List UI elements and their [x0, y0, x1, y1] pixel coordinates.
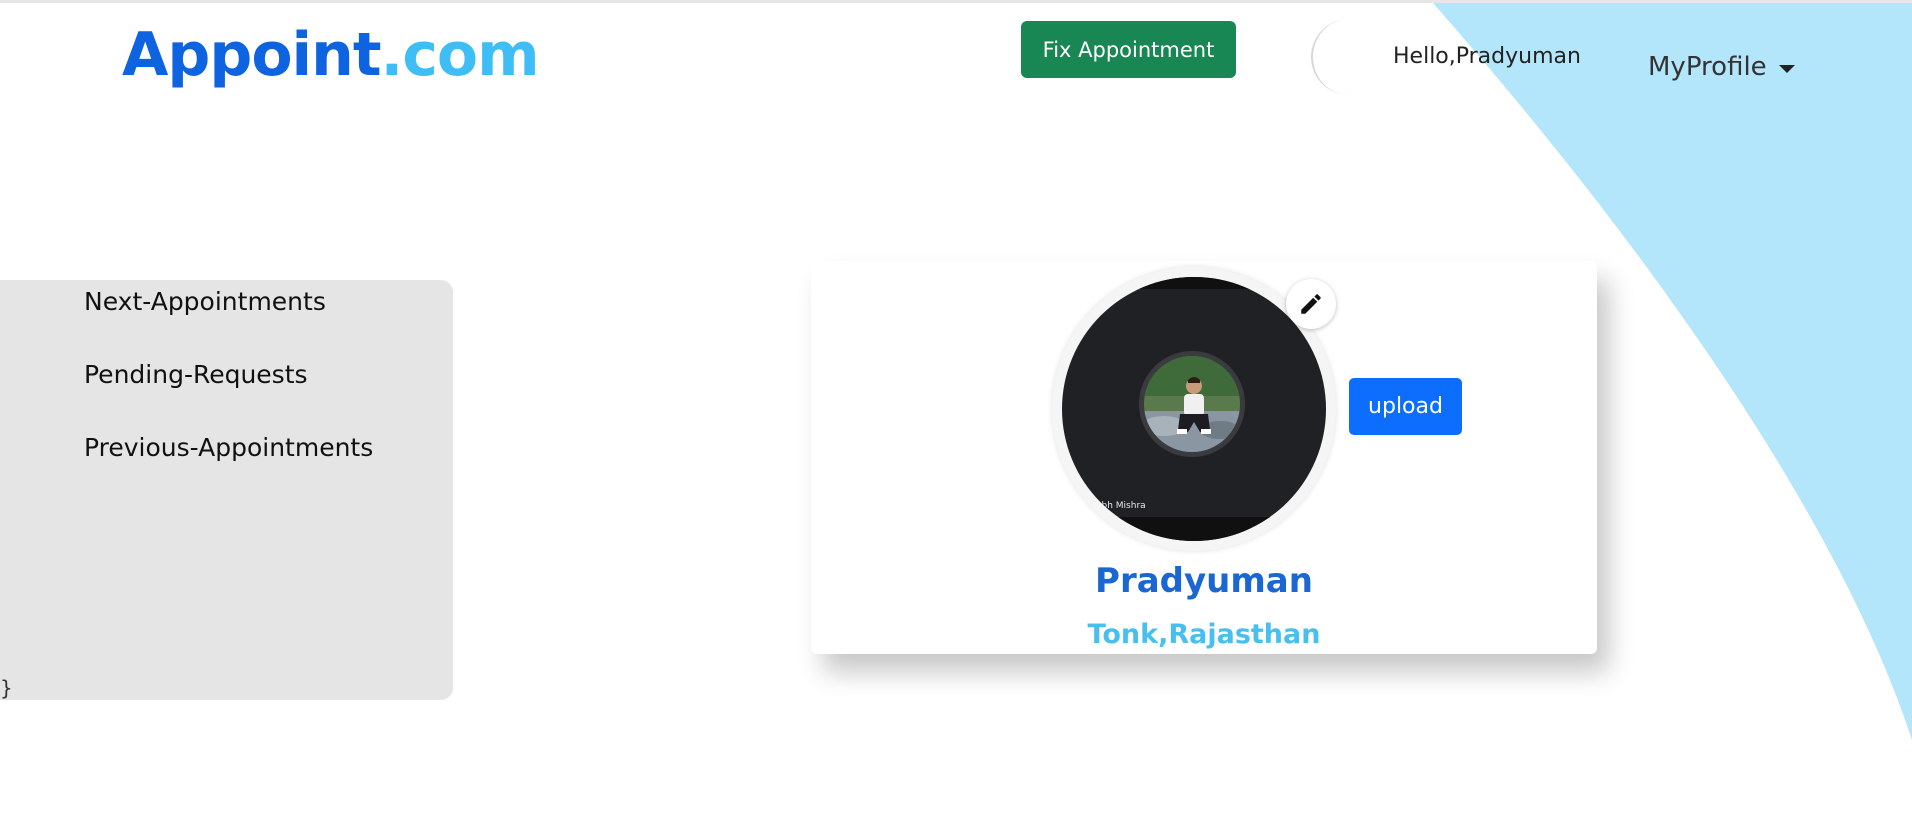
brand-domain: .com: [380, 20, 540, 90]
profile-photo: abh Mishra: [1062, 277, 1326, 541]
user-portrait: [1144, 356, 1240, 452]
user-name: Pradyuman: [1095, 561, 1313, 601]
sidebar-item-pending-requests[interactable]: Pending-Requests: [84, 360, 308, 389]
sidebar: Next-Appointments Pending-Requests Previ…: [0, 280, 453, 700]
brand-name: Appoint: [122, 20, 382, 90]
brand-logo[interactable]: Appoint.com: [122, 20, 540, 90]
sidebar-item-next-appointments[interactable]: Next-Appointments: [84, 287, 326, 316]
my-profile-label: MyProfile: [1648, 52, 1767, 82]
user-location: Tonk,Rajasthan: [1087, 619, 1321, 650]
photo-caption: abh Mishra: [1096, 501, 1146, 511]
pencil-icon: [1301, 294, 1321, 314]
my-profile-dropdown[interactable]: MyProfile: [1648, 52, 1795, 82]
header-avatar[interactable]: [1311, 19, 1387, 95]
caret-down-icon: [1778, 65, 1795, 73]
fix-appointment-button[interactable]: Fix Appointment: [1021, 21, 1236, 78]
upload-button[interactable]: upload: [1349, 378, 1462, 435]
edit-photo-button[interactable]: [1286, 279, 1336, 329]
greeting-text: Hello,Pradyuman: [1393, 44, 1581, 69]
sidebar-item-previous-appointments[interactable]: Previous-Appointments: [84, 433, 373, 462]
profile-card: abh Mishra upload Pradyuman Tonk,Rajasth…: [811, 261, 1597, 654]
stray-brace-text: }: [0, 676, 13, 700]
